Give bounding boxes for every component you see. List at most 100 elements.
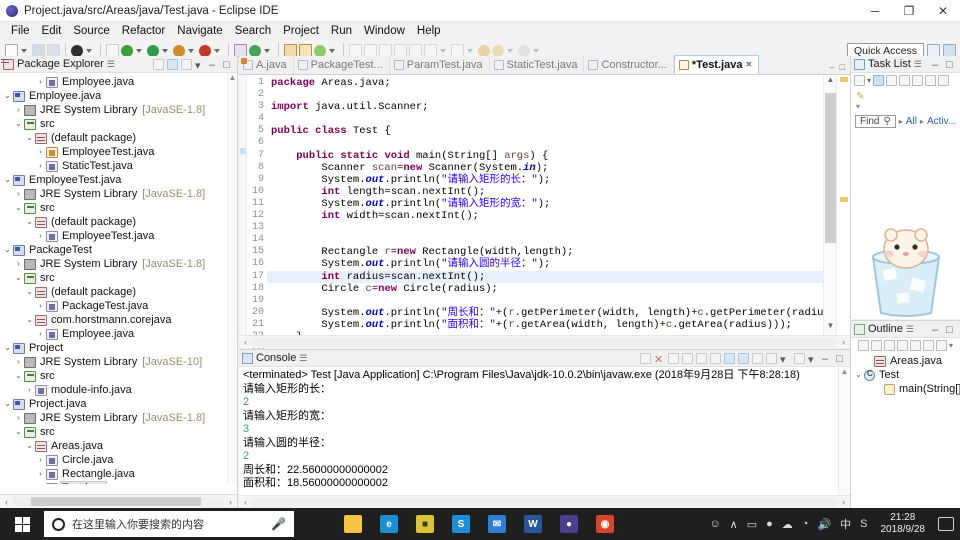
code-line[interactable]: System.out.println("请输入矩形的宽："); bbox=[267, 198, 850, 210]
tree-twistie[interactable]: › bbox=[35, 467, 46, 481]
editor-hscroll-right-arrow[interactable]: › bbox=[837, 337, 850, 347]
task-list-collapse-caret[interactable]: ▾ bbox=[856, 102, 955, 111]
code-line[interactable] bbox=[267, 89, 850, 101]
view-menu-icon[interactable]: ▾ bbox=[195, 59, 206, 72]
tree-twistie[interactable]: › bbox=[13, 411, 24, 425]
taskbar-clock[interactable]: 21:28 2018/9/28 bbox=[877, 512, 930, 536]
console-menu-caret[interactable]: ▾ bbox=[780, 353, 791, 366]
scroll-lock-icon[interactable] bbox=[696, 352, 707, 364]
package-explorer-vscrollbar[interactable]: ▲ bbox=[227, 73, 237, 484]
menu-refactor[interactable]: Refactor bbox=[116, 24, 171, 38]
console-tab-close-icon[interactable]: ☰ bbox=[299, 353, 307, 364]
editor-tab[interactable]: ParamTest.java bbox=[390, 56, 490, 74]
tree-twistie[interactable]: › bbox=[35, 481, 46, 484]
filter-tasks-icon[interactable] bbox=[912, 75, 924, 86]
collapse-all-tasks-icon[interactable] bbox=[886, 75, 898, 86]
tree-twistie[interactable]: ⌄ bbox=[2, 397, 13, 411]
open-console-icon[interactable] bbox=[766, 352, 777, 364]
code-line[interactable]: import java.util.Scanner; bbox=[267, 101, 850, 113]
console-minimize-icon[interactable]: ‒ bbox=[822, 353, 833, 365]
menu-window[interactable]: Window bbox=[358, 24, 411, 38]
console-view-menu-icon[interactable] bbox=[794, 352, 805, 364]
tree-item[interactable]: › JRE System Library [JavaSE-1.8] bbox=[0, 257, 237, 271]
code-line[interactable]: System.out.println("面积和："+(r.getArea(wid… bbox=[267, 319, 850, 331]
code-line[interactable]: int radius=scan.nextInt(); bbox=[267, 270, 850, 283]
console-output[interactable]: <terminated> Test [Java Application] C:\… bbox=[239, 367, 838, 495]
tree-twistie[interactable]: › bbox=[13, 103, 24, 117]
code-text[interactable]: package Areas.java; import java.util.Sca… bbox=[267, 75, 850, 335]
tree-item[interactable]: › JRE System Library [JavaSE-1.8] bbox=[0, 103, 237, 117]
tree-twistie[interactable]: › bbox=[13, 257, 24, 271]
overview-warning-marker[interactable] bbox=[840, 77, 848, 82]
tree-twistie[interactable]: › bbox=[35, 453, 46, 467]
outline-tree[interactable]: Areas.java ⌄ Test main(String[]) : vo bbox=[851, 352, 960, 396]
editor-horizontal-scrollbar[interactable]: ‹ › bbox=[239, 335, 850, 348]
menu-search[interactable]: Search bbox=[229, 24, 277, 38]
tree-twistie[interactable]: › bbox=[35, 229, 46, 243]
tree-item[interactable]: ⌄ (default package) bbox=[0, 131, 237, 145]
code-line[interactable] bbox=[267, 222, 850, 234]
editor-hscroll-left-arrow[interactable]: ‹ bbox=[239, 337, 252, 347]
file-explorer-icon[interactable]: ■ bbox=[336, 508, 370, 540]
tree-item[interactable]: ⌄ PackageTest bbox=[0, 243, 237, 257]
tree-twistie[interactable]: › bbox=[24, 383, 35, 397]
tree-item[interactable]: ⌄ src bbox=[0, 271, 237, 285]
collapse-all-icon[interactable] bbox=[153, 58, 164, 70]
code-line[interactable]: Rectangle r=new Rectangle(width,length); bbox=[267, 246, 850, 258]
new-task-caret[interactable]: ▾ bbox=[867, 76, 871, 85]
link-outline-icon[interactable] bbox=[935, 339, 947, 351]
hide-nonpublic-icon[interactable] bbox=[909, 339, 921, 351]
battery-icon[interactable]: ▭ bbox=[747, 518, 757, 531]
task-list-minimize-icon[interactable]: ‒ bbox=[932, 59, 943, 71]
code-viewport[interactable]: 1234567891011121314151617181920212223 pa… bbox=[239, 75, 850, 354]
editor-scroll-thumb[interactable] bbox=[825, 93, 836, 243]
synchronize-changed-icon[interactable] bbox=[873, 75, 885, 86]
tree-item[interactable]: ⌄ src bbox=[0, 425, 237, 439]
tree-item[interactable]: › Employee.java bbox=[0, 327, 237, 341]
tree-item[interactable]: ⌄ (default package) bbox=[0, 215, 237, 229]
tree-twistie[interactable]: ⌄ bbox=[24, 313, 35, 327]
word-icon[interactable]: W bbox=[516, 508, 550, 540]
hide-static-icon[interactable] bbox=[896, 339, 908, 351]
app-tray-pink-icon[interactable]: ● bbox=[766, 518, 773, 530]
close-button[interactable]: ✕ bbox=[926, 0, 960, 22]
tree-item[interactable]: › JRE System Library [JavaSE-1.8] bbox=[0, 187, 237, 201]
console-hscroll-right-arrow[interactable]: › bbox=[837, 497, 850, 507]
outline-twistie[interactable]: ⌄ bbox=[853, 368, 864, 382]
hscroll-right-arrow[interactable]: › bbox=[224, 497, 237, 507]
outline-maximize-icon[interactable]: □ bbox=[946, 324, 957, 336]
tree-twistie[interactable]: › bbox=[35, 75, 46, 89]
editor-tab[interactable]: PackageTest... bbox=[294, 56, 390, 74]
tree-item[interactable]: › EmployeeTest.java bbox=[0, 145, 237, 159]
outline-item[interactable]: main(String[]) : vo bbox=[851, 382, 960, 396]
tree-item[interactable]: › Rectangle.java bbox=[0, 467, 237, 481]
mail-icon[interactable]: ✉ bbox=[480, 508, 514, 540]
package-explorer-tree[interactable]: › Employee.java ⌄ Employee.java › JRE System … bbox=[0, 73, 237, 484]
editor-tab-close-icon[interactable]: ✕ bbox=[745, 60, 752, 69]
hscroll-track[interactable] bbox=[13, 497, 224, 506]
tree-item[interactable]: ⌄ src bbox=[0, 369, 237, 383]
onedrive-icon[interactable]: ☁ bbox=[782, 518, 793, 531]
tree-item[interactable]: ⌄ Employee.java bbox=[0, 89, 237, 103]
show-console-on-output-icon[interactable] bbox=[710, 352, 721, 364]
task-scope-all-link[interactable]: All bbox=[906, 116, 917, 127]
show-hidden-icons-chevron[interactable]: ∧ bbox=[730, 518, 738, 531]
volume-icon[interactable]: 🔊 bbox=[817, 518, 831, 531]
tree-item-selected[interactable]: › Test.java bbox=[0, 481, 237, 484]
minimize-button[interactable]: ─ bbox=[858, 0, 892, 22]
tree-twistie[interactable]: ⌄ bbox=[13, 271, 24, 285]
tree-twistie[interactable]: ⌄ bbox=[2, 243, 13, 257]
collapse-all-outline-icon[interactable] bbox=[857, 339, 869, 351]
eclipse-icon[interactable]: ● bbox=[552, 508, 586, 540]
code-line[interactable]: public class Test { bbox=[267, 125, 850, 137]
code-line[interactable]: int length=scan.nextInt(); bbox=[267, 186, 850, 198]
tree-item[interactable]: › Employee.java bbox=[0, 75, 237, 89]
people-icon[interactable]: ☺ bbox=[709, 518, 720, 530]
tree-twistie[interactable]: ⌄ bbox=[2, 173, 13, 187]
link-with-editor-icon[interactable] bbox=[167, 58, 178, 70]
tree-item[interactable]: ⌄ Project bbox=[0, 341, 237, 355]
skype-icon[interactable]: S bbox=[444, 508, 478, 540]
minimize-panel-icon[interactable]: ‒ bbox=[209, 59, 220, 71]
tree-item[interactable]: ⌄ src bbox=[0, 201, 237, 215]
tree-item[interactable]: ⌄ EmployeeTest.java bbox=[0, 173, 237, 187]
